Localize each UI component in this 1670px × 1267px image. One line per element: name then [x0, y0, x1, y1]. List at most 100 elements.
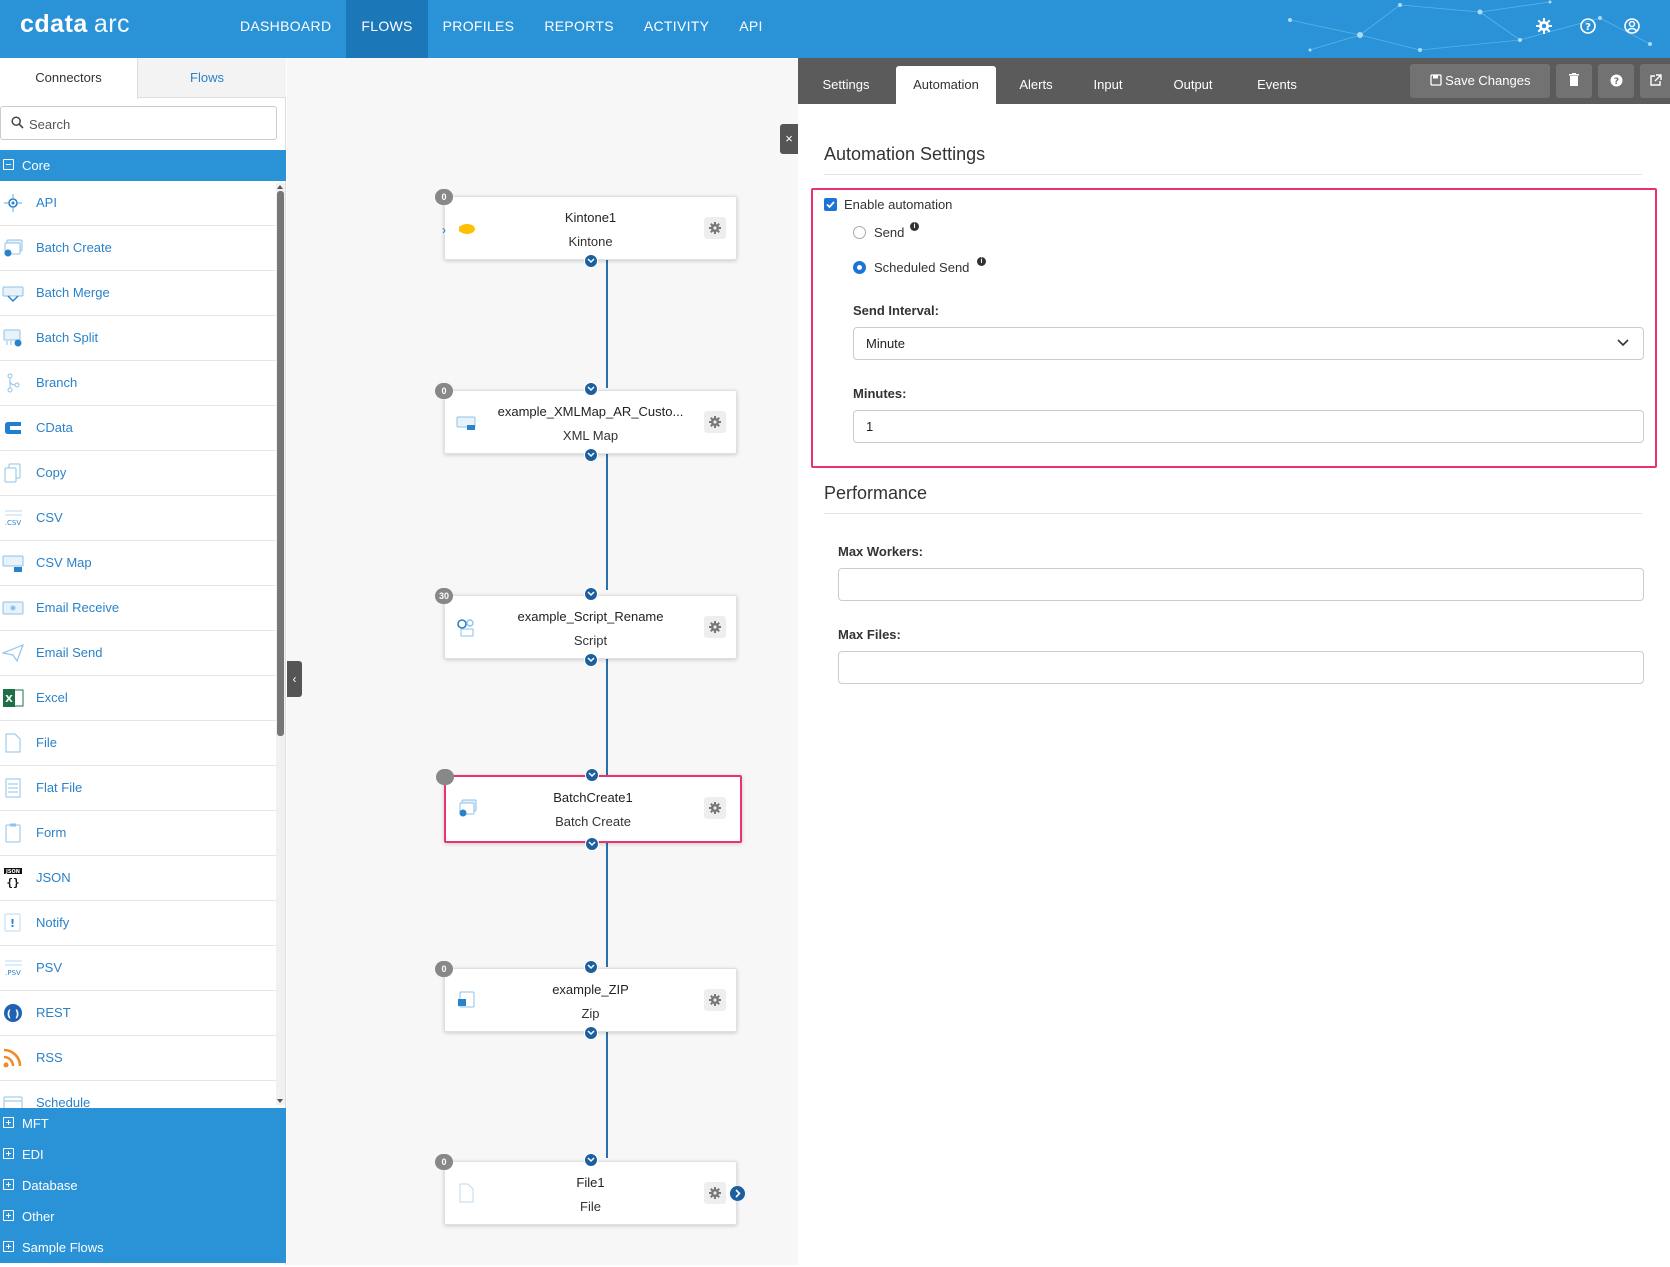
help-icon[interactable]: ?	[1578, 16, 1598, 36]
output-port-icon[interactable]	[584, 448, 598, 462]
app-logo[interactable]: cdata arc	[20, 10, 130, 39]
flow-canvas[interactable]: ‹ × 0 › Kintone1 Kintone 0 example_XMLMa…	[287, 58, 798, 1265]
minutes-input[interactable]: 1	[853, 410, 1644, 443]
input-port-icon[interactable]	[585, 768, 599, 782]
svg-text:X: X	[5, 694, 13, 705]
collapse-sidebar-button[interactable]: ‹	[287, 661, 302, 697]
tab-automation[interactable]: Automation	[896, 66, 996, 104]
scroll-down-icon[interactable]	[277, 1099, 283, 1103]
rss-icon	[3, 1048, 22, 1068]
connector-item-form[interactable]: Form	[0, 811, 276, 856]
tab-input[interactable]: Input	[1078, 66, 1138, 104]
connector-item-csv[interactable]: .CSV CSV	[0, 496, 276, 541]
flow-node-batchcreate1[interactable]: BatchCreate1 Batch Create	[436, 768, 742, 851]
input-port-icon[interactable]	[584, 1153, 598, 1167]
close-panel-button[interactable]: ×	[780, 124, 798, 154]
connector-item-branch[interactable]: Branch	[0, 361, 276, 406]
output-port-icon[interactable]	[585, 837, 599, 851]
enable-automation-checkbox[interactable]	[824, 198, 837, 211]
flow-connector	[606, 659, 608, 778]
connector-item-rss[interactable]: RSS	[0, 1036, 276, 1081]
connector-item-email-send[interactable]: Email Send	[0, 631, 276, 676]
max-workers-input[interactable]	[838, 568, 1644, 601]
connector-item-rest[interactable]: ( ) REST	[0, 991, 276, 1036]
user-icon[interactable]	[1622, 16, 1642, 36]
section-divider	[824, 174, 1642, 175]
group-mft[interactable]: MFT	[0, 1108, 286, 1139]
max-files-input[interactable]	[838, 651, 1644, 684]
connector-item-schedule[interactable]: Schedule	[0, 1081, 276, 1108]
node-queue-badge: 0	[435, 383, 453, 399]
group-label: Other	[22, 1209, 55, 1224]
tab-events[interactable]: Events	[1240, 66, 1314, 104]
flow-node-script-rename[interactable]: 30 example_Script_Rename Script	[435, 587, 737, 667]
flow-node-xml-map[interactable]: 0 example_XMLMap_AR_Custo... XML Map	[435, 382, 737, 462]
tab-alerts[interactable]: Alerts	[1006, 66, 1066, 104]
tab-output[interactable]: Output	[1156, 66, 1230, 104]
automation-settings-title: Automation Settings	[824, 144, 986, 164]
nav-api[interactable]: API	[724, 0, 777, 58]
node-settings-gear-icon[interactable]	[704, 989, 726, 1011]
output-port-icon[interactable]	[584, 653, 598, 667]
node-settings-gear-icon[interactable]	[704, 411, 726, 433]
group-database[interactable]: Database	[0, 1170, 286, 1201]
flow-node-file1[interactable]: 0 File1 File	[435, 1153, 745, 1225]
flow-node-zip[interactable]: 0 example_ZIP Zip	[435, 960, 737, 1040]
connector-item-notify[interactable]: ! Notify	[0, 901, 276, 946]
nav-dashboard[interactable]: DASHBOARD	[225, 0, 346, 58]
connector-label: Email Send	[36, 645, 103, 660]
send-interval-select[interactable]: Minute	[853, 327, 1644, 360]
input-port-icon[interactable]	[584, 587, 598, 601]
info-icon[interactable]: i	[977, 257, 986, 266]
group-sample-flows[interactable]: Sample Flows	[0, 1232, 286, 1263]
chevron-right-icon[interactable]	[730, 1186, 745, 1201]
scroll-up-icon[interactable]	[277, 185, 283, 189]
nav-activity[interactable]: ACTIVITY	[629, 0, 724, 58]
output-port-icon[interactable]	[584, 254, 598, 268]
connector-item-batch-split[interactable]: Batch Split	[0, 316, 276, 361]
group-other[interactable]: Other	[0, 1201, 286, 1232]
save-changes-button[interactable]: Save Changes	[1410, 64, 1550, 98]
node-settings-gear-icon[interactable]	[704, 217, 726, 239]
send-radio[interactable]	[853, 226, 866, 239]
chevron-right-icon[interactable]: ›	[442, 223, 446, 237]
connector-item-batch-create[interactable]: Batch Create	[0, 226, 276, 271]
scrollbar-thumb[interactable]	[277, 191, 284, 736]
connector-item-excel[interactable]: X Excel	[0, 676, 276, 721]
connector-item-cdata[interactable]: CData	[0, 406, 276, 451]
connector-item-file[interactable]: File	[0, 721, 276, 766]
node-settings-gear-icon[interactable]	[704, 616, 726, 638]
group-edi[interactable]: EDI	[0, 1139, 286, 1170]
connector-item-batch-merge[interactable]: Batch Merge	[0, 271, 276, 316]
nav-flows[interactable]: FLOWS	[346, 0, 428, 58]
flow-node-kintone1[interactable]: 0 › Kintone1 Kintone	[435, 189, 737, 268]
nav-reports[interactable]: REPORTS	[529, 0, 629, 58]
connector-item-flat-file[interactable]: Flat File	[0, 766, 276, 811]
input-port-icon[interactable]	[584, 960, 598, 974]
group-label: Database	[22, 1178, 78, 1193]
nav-profiles[interactable]: PROFILES	[428, 0, 530, 58]
info-icon[interactable]: i	[910, 222, 919, 231]
node-settings-gear-icon[interactable]	[704, 1182, 726, 1204]
connector-item-psv[interactable]: .PSV PSV	[0, 946, 276, 991]
input-port-icon[interactable]	[584, 382, 598, 396]
group-core[interactable]: Core	[0, 150, 286, 181]
connector-item-json[interactable]: JSON{} JSON	[0, 856, 276, 901]
scheduled-send-radio[interactable]	[853, 261, 866, 274]
output-port-icon[interactable]	[584, 1026, 598, 1040]
delete-button[interactable]	[1556, 64, 1592, 98]
expand-icon	[3, 1179, 14, 1190]
connector-item-copy[interactable]: Copy	[0, 451, 276, 496]
connector-item-api[interactable]: API	[0, 181, 276, 226]
gear-icon[interactable]	[1534, 16, 1554, 36]
node-settings-gear-icon[interactable]	[704, 797, 726, 819]
help-button[interactable]: ?	[1598, 64, 1634, 98]
connector-item-email-receive[interactable]: Email Receive	[0, 586, 276, 631]
connector-item-csv-map[interactable]: CSV Map	[0, 541, 276, 586]
connector-list-scrollbar[interactable]	[276, 183, 285, 1105]
search-input[interactable]	[29, 113, 269, 135]
tab-settings[interactable]: Settings	[806, 66, 886, 104]
open-external-button[interactable]	[1640, 64, 1670, 98]
tab-flows[interactable]: Flows	[138, 58, 276, 98]
tab-connectors[interactable]: Connectors	[0, 58, 138, 99]
